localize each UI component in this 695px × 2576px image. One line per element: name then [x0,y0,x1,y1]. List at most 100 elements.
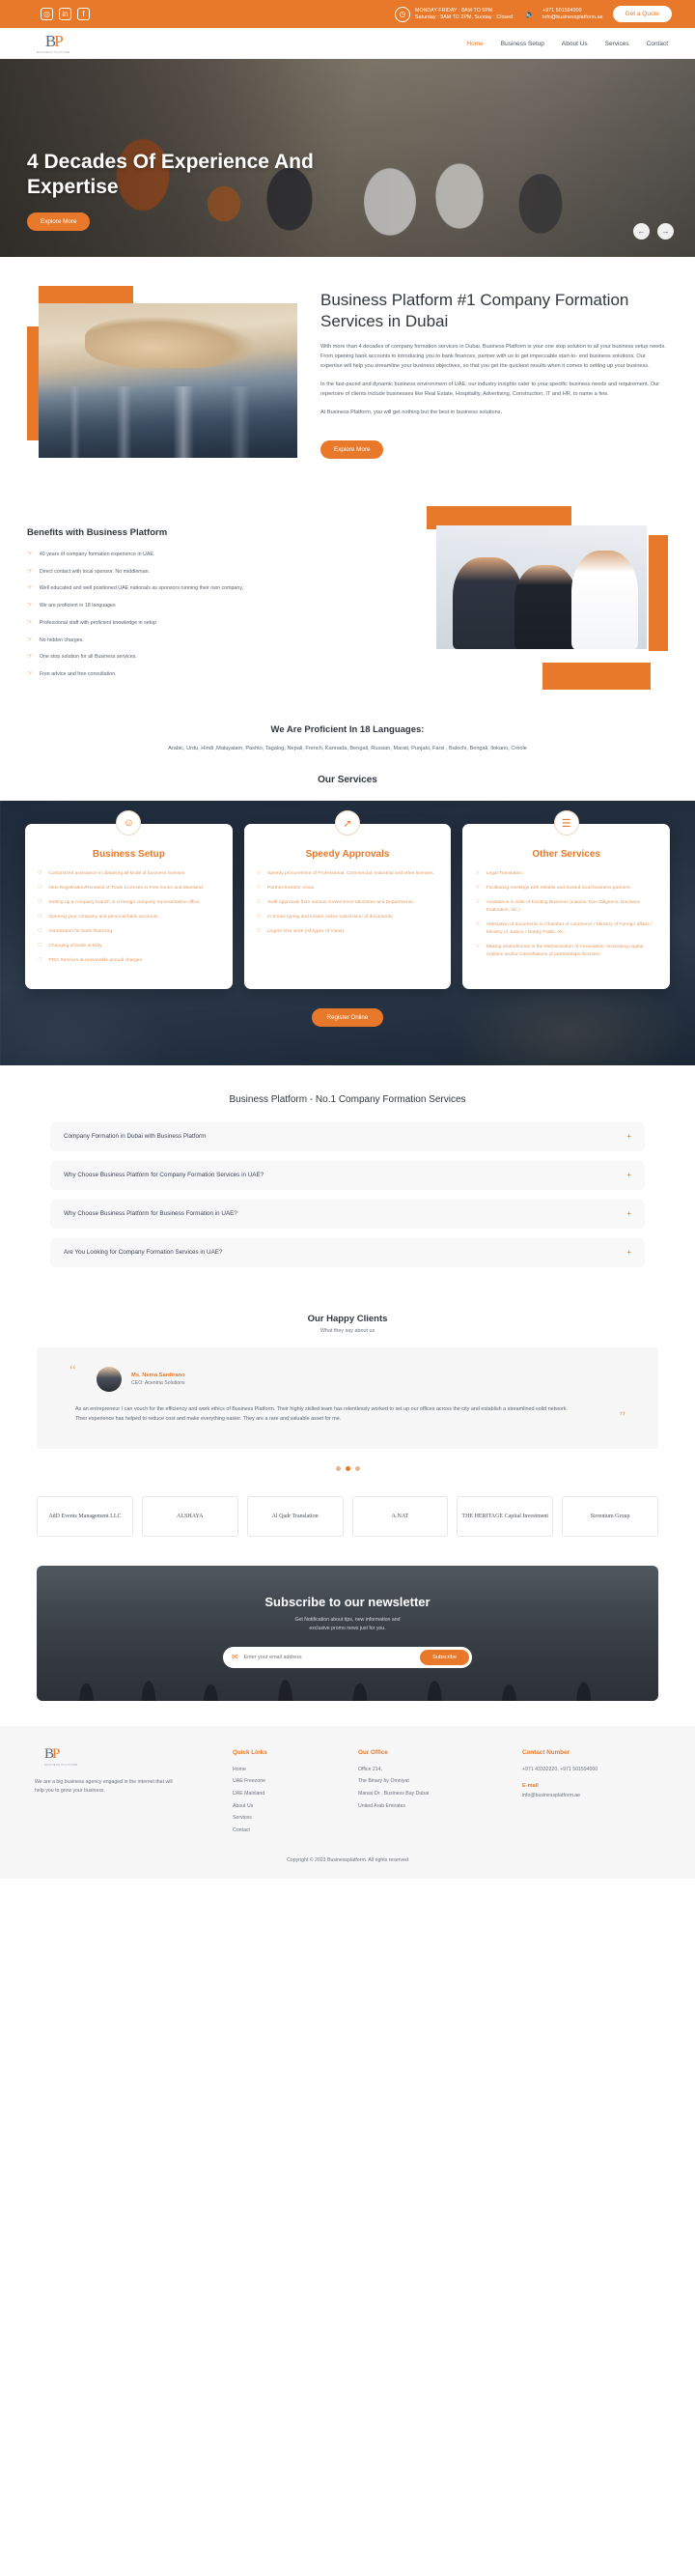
logo-mark: BP [44,32,64,50]
benefits-text-block: Benefits with Business Platform ☞ 40 year… [27,506,407,690]
service-title: Speedy Approvals [305,849,390,861]
pointing-hand-icon: ☞ [38,928,43,935]
list-item: ☞ Legal Translation. [475,870,524,877]
top-bar-right: ◷ MONDAY-FRIDAY : 8AM TO 5PM Saturday : … [395,6,672,22]
pointing-hand-icon: ☞ [27,670,33,678]
client-logo: A.NAT [351,1496,449,1538]
facebook-icon[interactable]: f [77,8,90,20]
copyright-text: Copyright © 2023 Businessplatform. All r… [0,1848,695,1880]
newsletter-email-input[interactable] [243,1655,415,1661]
plus-icon[interactable]: + [626,1209,631,1218]
hero-carousel-controls: ← → [633,223,674,240]
pointing-hand-icon: ☞ [475,943,481,949]
testimonial-body: As an entrepreneur I can vouch for the e… [75,1405,568,1422]
linkedin-icon[interactable]: in [59,8,71,20]
instagram-icon[interactable]: ◎ [41,8,53,20]
pointing-hand-icon: ☞ [475,899,481,906]
main-navigation: BP BUSINESS PLATFORM Home Business Setup… [0,28,695,59]
intro-section: Business Platform #1 Company Formation S… [0,257,695,495]
footer-link[interactable]: UAE Freezone [233,1777,339,1787]
footer-link[interactable]: About Us [233,1802,339,1812]
list-item: ☞ Free advice and free consultation. [27,670,273,679]
list-item: ☞ Customized assistance in obtaining all … [38,870,186,877]
list-item: ☞ Speedy procurement of Professional, Com… [256,870,434,877]
benefit-text: Direct contact with local sponsor. No mi… [39,568,151,575]
footer-link[interactable]: Services [233,1814,339,1824]
nav-item-contact[interactable]: Contact [647,41,668,47]
list-item: ☞ Making amendments in the Memorandum of … [475,943,645,957]
benefit-text: Well educated and well positioned UAE na… [39,585,244,592]
client-logo: Al Qadr Translation [246,1496,344,1538]
service-item-list: ☞ Legal Translation. ☞ Facilitating meetin… [475,870,657,959]
nav-item-services[interactable]: Services [605,41,629,47]
list-item: ☞ Swift approvals from various Government… [256,899,415,906]
plus-icon[interactable]: + [626,1248,631,1257]
carousel-dots [0,1466,695,1472]
testimonials-section: Our Happy Clients What they say about us… [0,1302,695,1490]
subscribe-button[interactable]: Subscribe [420,1650,469,1666]
faq-question: Company Formation in Dubai with Business… [64,1133,207,1141]
nav-item-about-us[interactable]: About Us [562,41,588,47]
accent-bar-bottom [542,663,651,690]
carousel-dot-active[interactable] [345,1466,350,1472]
list-item: ☞ Professional staff with proficient know… [27,619,273,628]
nav-item-home[interactable]: Home [466,41,483,47]
pointing-hand-icon: ☞ [256,899,263,906]
nav-item-business-setup[interactable]: Business Setup [501,41,544,47]
contact-info: 🔈 +971 501594000 info@businessplatform.a… [522,7,602,22]
faq-item[interactable]: Why Choose Business Platform for Busines… [50,1199,645,1229]
intro-explore-more-button[interactable]: Explore More [320,439,384,459]
logo-tagline: BUSINESS PLATFORM [37,51,70,54]
faq-heading: Business Platform - No.1 Company Formati… [229,1093,466,1105]
intro-paragraph-2: In the fast-paced and dynamic business e… [320,382,660,397]
our-services-heading: Our Services [318,775,377,786]
service-title: Other Services [532,849,600,861]
pointing-hand-icon: ☞ [256,885,263,892]
plus-icon[interactable]: + [626,1171,631,1179]
list-item: ☞ Changing of trade activity. [38,943,103,949]
office-address-line: The Binary by Omniyat [358,1778,409,1785]
pointing-hand-icon: ☞ [27,551,33,557]
arrow-left-icon[interactable]: ← [633,223,650,240]
faq-question: Why Choose Business Platform for Company… [64,1172,264,1179]
email-address[interactable]: info@businessplatform.ae [542,14,602,21]
carousel-dot[interactable] [354,1466,360,1472]
footer-link[interactable]: Home [233,1766,339,1775]
footer-link[interactable]: UAE Mainland [233,1790,339,1799]
footer-link[interactable]: Contact [233,1826,339,1836]
office-address-line: Marasi Dr . Business Bay Dubai [358,1790,430,1797]
testimonials-subheading: What they say about us [320,1327,375,1334]
register-online-button[interactable]: Register Online [311,1007,384,1027]
service-card-speedy-approvals: ➚ Speedy Approvals ☞ Speedy procurement o… [243,810,452,989]
plus-icon[interactable]: + [626,1132,631,1141]
footer-phone-numbers[interactable]: +971 43332220, +971 501594000 [522,1766,660,1775]
hero-explore-more-button[interactable]: Explore More [27,212,91,232]
client-logo: Sirrentum Group [562,1496,658,1538]
service-title: Business Setup [92,849,165,861]
service-item-list: ☞ Speedy procurement of Professional, Com… [257,870,439,936]
service-cards-row: ☺ Business Setup ☞ Customized assistance … [25,810,671,989]
pointing-hand-icon: ☞ [27,602,33,609]
logo-mark: BP [44,1746,60,1763]
list-item: ☞ New Registration/Renewal of Trade Licen… [38,885,205,892]
pointing-hand-icon: ☞ [27,653,33,661]
list-item: ☞ One stop solution for all Business serv… [27,653,273,662]
arrow-right-icon[interactable]: → [657,223,674,240]
footer-logo[interactable]: BP BUSINESS PLATFORM [44,1747,213,1769]
languages-section: We Are Proficient In 18 Languages: Arabi… [0,715,695,775]
site-logo[interactable]: BP BUSINESS PLATFORM [37,33,70,54]
footer-email[interactable]: info@businessplatform.ae [522,1792,660,1801]
business-people-photo [436,525,647,649]
office-address-line: United Arab Emirates [358,1802,406,1809]
get-a-quote-button[interactable]: Get a Quote [612,6,672,22]
list-item: ☞ Assistance in Sale of Existing Business… [475,899,641,914]
carousel-dot[interactable] [335,1466,341,1472]
faq-item[interactable]: Why Choose Business Platform for Company… [50,1160,645,1190]
newsletter-form: ✉ Subscribe [223,1647,472,1669]
footer-office-column: Our Office Office 214, The Binary by Omn… [358,1747,503,1838]
pointing-hand-icon: ☞ [256,914,263,920]
intro-paragraph-1: With more than 4 decades of company form… [320,344,666,370]
envelope-icon: ✉ [232,1653,238,1662]
faq-item[interactable]: Company Formation in Dubai with Business… [50,1121,645,1151]
faq-item[interactable]: Are You Looking for Company Formation Se… [50,1237,645,1267]
